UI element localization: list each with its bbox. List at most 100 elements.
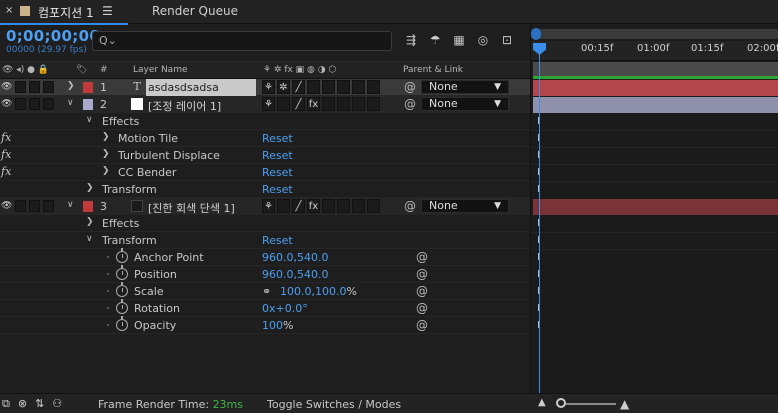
3d-switch[interactable] [367, 199, 380, 213]
lock-switch[interactable] [43, 200, 54, 212]
zoom-in-icon[interactable]: ▲ [620, 397, 629, 411]
motion-blur-switch[interactable] [337, 97, 350, 111]
anchor-point-value[interactable]: 960.0,540.0 [262, 251, 328, 264]
quality-switch[interactable]: ╱ [292, 80, 305, 94]
property-row-rotation[interactable]: Rotation 0x+0.0° @ [0, 299, 530, 317]
chevron-right-icon[interactable]: ❯ [67, 81, 75, 91]
av-features-column-icon[interactable]: 👁 ◂) ● 🔒 [2, 65, 49, 75]
frame-blend-switch[interactable] [322, 199, 335, 213]
label-column-icon[interactable]: 🏷 [76, 65, 87, 75]
layer-row-3[interactable]: 👁 ∨ 3 [진한 회색 단색 1] ⚘ ╱ fx @ None ▼ [0, 198, 530, 215]
effect-row-cc-bender[interactable]: fx ❯ CC Bender Reset [0, 164, 530, 181]
reset-link[interactable]: Reset [262, 132, 293, 145]
layer-name-field[interactable]: asdasdsadsa [146, 79, 256, 96]
collapse-switch[interactable] [277, 97, 290, 111]
pick-whip-icon[interactable]: @ [416, 318, 428, 332]
3d-switch[interactable] [367, 97, 380, 111]
chevron-down-icon[interactable]: ∨ [67, 200, 74, 210]
collapse-switch[interactable] [277, 199, 290, 213]
shy-switch[interactable]: ⚘ [262, 97, 275, 111]
time-ruler[interactable]: 0f 00:15f 01:00f 01:15f 02:00f [531, 41, 778, 61]
reset-link[interactable]: Reset [262, 234, 293, 247]
audio-switch[interactable] [15, 81, 26, 93]
pick-whip-icon[interactable]: @ [416, 301, 428, 315]
stopwatch-icon[interactable] [116, 248, 128, 263]
search-input[interactable]: Q⌄ [92, 31, 392, 51]
chevron-down-icon[interactable]: ∨ [86, 234, 93, 244]
property-row-transform[interactable]: ❯ Transform Reset [0, 181, 530, 198]
motion-blur-icon[interactable]: ◎ [476, 33, 490, 47]
eye-icon[interactable]: 👁 [1, 201, 12, 211]
current-time-indicator-line[interactable] [539, 45, 540, 393]
eye-icon[interactable]: 👁 [1, 99, 12, 109]
layer-bar-1[interactable] [533, 80, 778, 96]
parent-dropdown[interactable]: None ▼ [421, 80, 509, 94]
eye-icon[interactable]: 👁 [1, 82, 12, 92]
frame-blend-switch[interactable] [322, 97, 335, 111]
layer-bar-2[interactable] [533, 97, 778, 113]
audio-switch[interactable] [15, 98, 26, 110]
effect-switch[interactable] [307, 80, 320, 94]
parent-dropdown[interactable]: None ▼ [421, 97, 509, 111]
stopwatch-icon[interactable] [116, 282, 128, 297]
reset-link[interactable]: Reset [262, 149, 293, 162]
fx-icon[interactable]: fx [1, 165, 11, 178]
chevron-down-icon[interactable]: ∨ [67, 98, 74, 108]
time-navigator-start-handle[interactable] [531, 28, 541, 40]
stopwatch-icon[interactable] [116, 299, 128, 314]
tab-render-queue[interactable]: Render Queue [152, 4, 238, 18]
work-area-bar[interactable] [533, 62, 778, 76]
parent-dropdown[interactable]: None ▼ [421, 199, 509, 213]
pick-whip-icon[interactable]: @ [416, 250, 428, 264]
adjustment-switch[interactable] [352, 97, 365, 111]
label-color[interactable] [83, 201, 93, 212]
zoom-slider-track[interactable] [566, 403, 616, 405]
transfer-controls-toggle-icon[interactable]: ⊗ [18, 397, 27, 411]
stopwatch-icon[interactable] [116, 265, 128, 280]
frame-blend-switch[interactable] [322, 80, 335, 94]
effect-switch[interactable]: fx [307, 199, 320, 213]
panel-menu-icon[interactable]: ☰ [102, 4, 113, 18]
motion-blur-switch[interactable] [337, 199, 350, 213]
layer-row-1[interactable]: 👁 ❯ 1 T asdasdsadsa ⚘ ✲ ╱ @ None ▼ [0, 79, 530, 96]
quality-switch[interactable]: ╱ [292, 97, 305, 111]
label-color[interactable] [83, 99, 93, 110]
layer-name[interactable]: [진한 회색 단색 1] [148, 200, 235, 216]
layer-name-column[interactable]: Layer Name [133, 65, 188, 75]
pick-whip-icon[interactable]: @ [404, 80, 416, 94]
opacity-value[interactable]: 100% [262, 319, 293, 332]
position-value[interactable]: 960.0,540.0 [262, 268, 328, 281]
property-row-position[interactable]: Position 960.0,540.0 @ [0, 265, 530, 283]
frame-blending-icon[interactable]: ▦ [452, 33, 466, 47]
current-time-display[interactable]: 0;00;00;00 [6, 27, 100, 45]
pick-whip-icon[interactable]: @ [404, 97, 416, 111]
layer-switches-toggle-icon[interactable]: ⧉ [2, 397, 10, 411]
composition-flowchart-icon[interactable]: ⇶ [404, 33, 418, 47]
property-row-effects[interactable]: ∨ Effects [0, 113, 530, 130]
layer-bar-3[interactable] [533, 199, 778, 215]
layer-name[interactable]: [조정 레이어 1] [148, 98, 221, 114]
fx-icon[interactable]: fx [1, 131, 11, 144]
fx-icon[interactable]: fx [1, 148, 11, 161]
stopwatch-icon[interactable] [116, 316, 128, 331]
chevron-right-icon[interactable]: ❯ [102, 149, 110, 159]
lock-switch[interactable] [43, 81, 54, 93]
chevron-right-icon[interactable]: ❯ [86, 217, 94, 227]
property-row-effects[interactable]: ❯ Effects [0, 215, 530, 232]
property-row-opacity[interactable]: Opacity 100% @ [0, 316, 530, 334]
render-time-toggle-icon[interactable]: ⚇ [52, 397, 62, 411]
property-row-anchor-point[interactable]: Anchor Point 960.0,540.0 @ [0, 248, 530, 266]
solo-switch[interactable] [29, 200, 40, 212]
3d-switch[interactable] [367, 80, 380, 94]
search-icon[interactable]: Q⌄ [99, 34, 117, 47]
effect-row-turbulent-displace[interactable]: fx ❯ Turbulent Displace Reset [0, 147, 530, 164]
chevron-down-icon[interactable]: ∨ [86, 115, 93, 125]
label-color[interactable] [83, 82, 93, 93]
solo-switch[interactable] [29, 98, 40, 110]
toggle-switches-modes-button[interactable]: Toggle Switches / Modes [267, 398, 401, 411]
chevron-right-icon[interactable]: ❯ [86, 183, 94, 193]
shy-layers-icon[interactable]: ☂ [428, 33, 442, 47]
collapse-switch[interactable]: ✲ [277, 80, 290, 94]
zoom-out-icon[interactable]: ▲ [538, 397, 546, 408]
chevron-right-icon[interactable]: ❯ [102, 132, 110, 142]
